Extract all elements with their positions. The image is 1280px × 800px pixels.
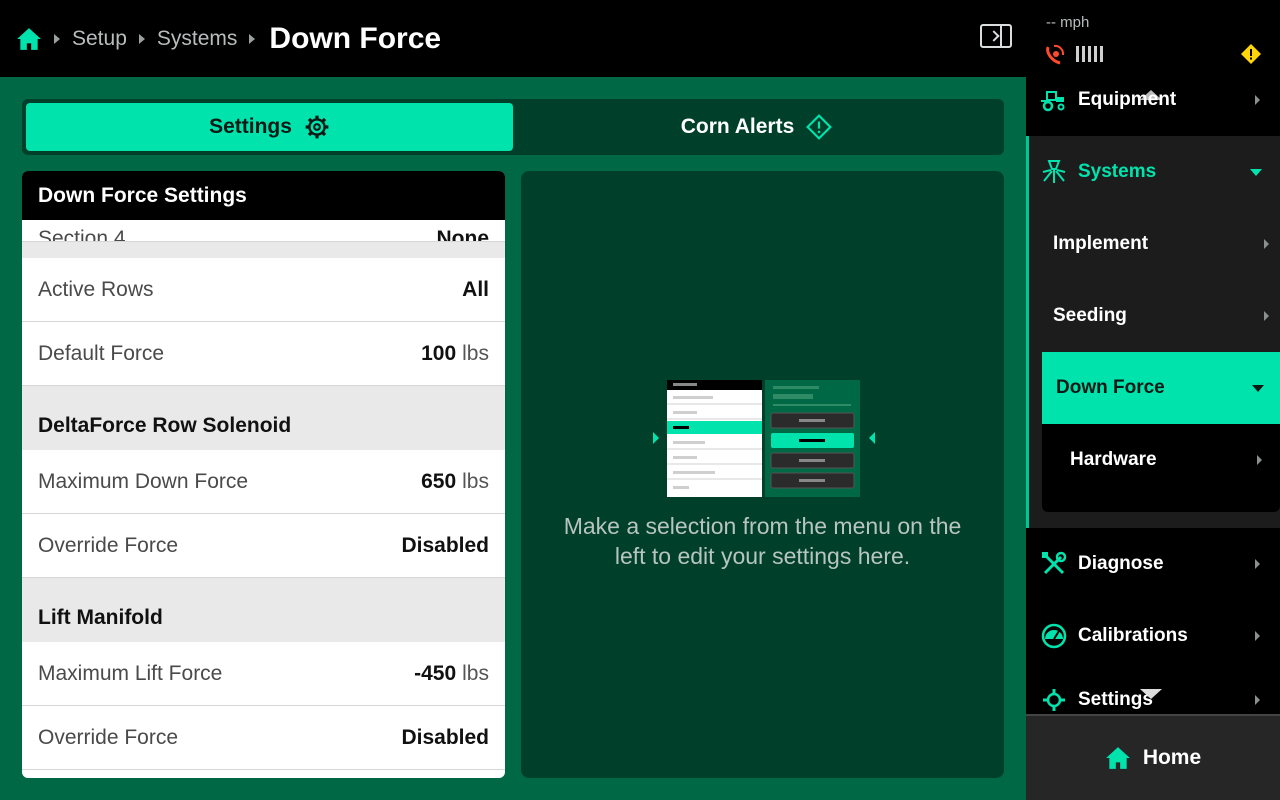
sidebar-item-label: Implement: [1053, 233, 1149, 254]
sidebar-down-force-group: Down Force Hardware: [1042, 352, 1280, 512]
speed-readout: -- mph: [1046, 14, 1090, 31]
section-header-deltaforce: DeltaForce Row Solenoid: [22, 386, 505, 450]
row-value: 650 lbs: [421, 469, 489, 493]
row-unit: lbs: [462, 341, 489, 365]
tab-settings[interactable]: Settings: [26, 103, 513, 151]
section-header-lift-manifold: Lift Manifold: [22, 578, 505, 642]
card-title: Down Force Settings: [22, 171, 505, 220]
warning-icon[interactable]: [1240, 43, 1262, 65]
row-label: Section 4: [38, 227, 126, 242]
sidebar-systems-group: Systems Implement Seeding Down Force Har…: [1026, 136, 1280, 528]
breadcrumb-separator-icon: [249, 33, 256, 44]
sidebar-item-implement[interactable]: Implement: [1053, 208, 1280, 280]
sidebar-item-down-force[interactable]: Down Force: [1042, 352, 1280, 424]
gps-signal-alert-icon: [1044, 42, 1068, 66]
chevron-down-icon: [1252, 384, 1264, 392]
sidebar: -- mph Equipment Systems Implement Seedi…: [1026, 0, 1280, 800]
row-unit: lbs: [462, 469, 489, 493]
row-label: Override Force: [38, 725, 179, 749]
home-button-label: Home: [1142, 746, 1202, 769]
row-label: Active Rows: [38, 277, 154, 301]
sprayer-icon: [1040, 158, 1068, 186]
sidebar-item-label: Hardware: [1070, 449, 1157, 470]
chevron-right-icon: [1255, 559, 1260, 569]
chevron-right-icon: [1255, 631, 1260, 641]
down-force-settings-card: Down Force Settings Section 4 None Activ…: [22, 171, 505, 778]
row-value: None: [436, 227, 490, 242]
home-button[interactable]: Home: [1026, 714, 1280, 800]
sidebar-item-diagnose[interactable]: Diagnose: [1026, 528, 1280, 600]
tab-corn-alerts-label: Corn Alerts: [680, 115, 795, 138]
diamond-alert-icon: [806, 114, 833, 140]
main-content: Settings Corn Alerts Down Force Settings…: [0, 77, 1026, 800]
settings-preview-panel: Make a selection from the menu on the le…: [521, 171, 1004, 778]
menu-selection-illustration: [653, 380, 875, 497]
wrench-screwdriver-icon: [1040, 550, 1068, 578]
row-value: -450 lbs: [414, 661, 489, 685]
row-value: 100 lbs: [421, 341, 489, 365]
tractor-icon: [1040, 86, 1068, 114]
tab-settings-label: Settings: [209, 115, 292, 138]
tab-bar: Settings Corn Alerts: [22, 99, 1004, 155]
chevron-right-icon: [1264, 311, 1269, 321]
chevron-right-icon: [1264, 239, 1269, 249]
row-label: Maximum Lift Force: [38, 661, 223, 685]
scroll-down-icon[interactable]: [1140, 689, 1162, 699]
gear-icon: [1040, 686, 1068, 714]
gear-icon: [304, 114, 330, 140]
sidebar-item-equipment[interactable]: Equipment: [1026, 64, 1280, 136]
settings-row-default-force[interactable]: Default Force 100 lbs: [22, 322, 505, 386]
page-title: Down Force: [269, 21, 442, 55]
sidebar-item-seeding[interactable]: Seeding: [1053, 280, 1280, 352]
settings-row-lift-override-force[interactable]: Override Force Disabled: [22, 706, 505, 770]
settings-row-maximum-lift-force[interactable]: Maximum Lift Force -450 lbs: [22, 642, 505, 706]
row-value: Disabled: [401, 725, 489, 749]
sidebar-item-systems[interactable]: Systems: [1026, 136, 1280, 208]
sidebar-item-label: Diagnose: [1078, 553, 1164, 574]
home-icon[interactable]: [16, 26, 42, 52]
settings-row-maximum-down-force[interactable]: Maximum Down Force 650 lbs: [22, 450, 505, 514]
gauge-icon: [1040, 622, 1068, 650]
chevron-right-icon: [988, 30, 1000, 42]
empty-selection-message: Make a selection from the menu on the le…: [563, 513, 962, 569]
row-value: Disabled: [401, 533, 489, 557]
sidebar-item-label: Systems: [1078, 161, 1157, 182]
breadcrumb-setup[interactable]: Setup: [72, 27, 127, 51]
sidebar-item-label: Down Force: [1056, 377, 1165, 398]
sidebar-item-label: Seeding: [1053, 305, 1127, 326]
sidebar-item-calibrations[interactable]: Calibrations: [1026, 600, 1280, 672]
chevron-right-icon: [1255, 695, 1260, 705]
section-divider: [22, 242, 505, 258]
panel-toggle-button[interactable]: [980, 24, 1012, 48]
signal-strength-icon: [1076, 46, 1104, 62]
chevron-right-icon: [1257, 455, 1262, 465]
chevron-right-icon: [1255, 95, 1260, 105]
row-label: Default Force: [38, 341, 165, 365]
breadcrumb-separator-icon: [54, 33, 60, 44]
sidebar-item-label: Calibrations: [1078, 625, 1188, 646]
chevron-down-icon: [1250, 168, 1262, 176]
top-bar: Setup Systems Down Force: [0, 0, 1026, 77]
breadcrumb-systems[interactable]: Systems: [157, 27, 238, 51]
settings-row-active-rows[interactable]: Active Rows All: [22, 258, 505, 322]
row-unit: lbs: [462, 661, 489, 685]
breadcrumb-separator-icon: [138, 33, 145, 44]
row-label: Override Force: [38, 533, 179, 557]
row-label: Maximum Down Force: [38, 469, 249, 493]
tab-corn-alerts[interactable]: Corn Alerts: [513, 103, 1000, 151]
settings-row-override-force[interactable]: Override Force Disabled: [22, 514, 505, 578]
sidebar-item-label: Equipment: [1078, 89, 1177, 110]
row-value: All: [462, 277, 489, 301]
sidebar-item-hardware[interactable]: Hardware: [1042, 424, 1280, 496]
home-icon: [1105, 745, 1131, 771]
